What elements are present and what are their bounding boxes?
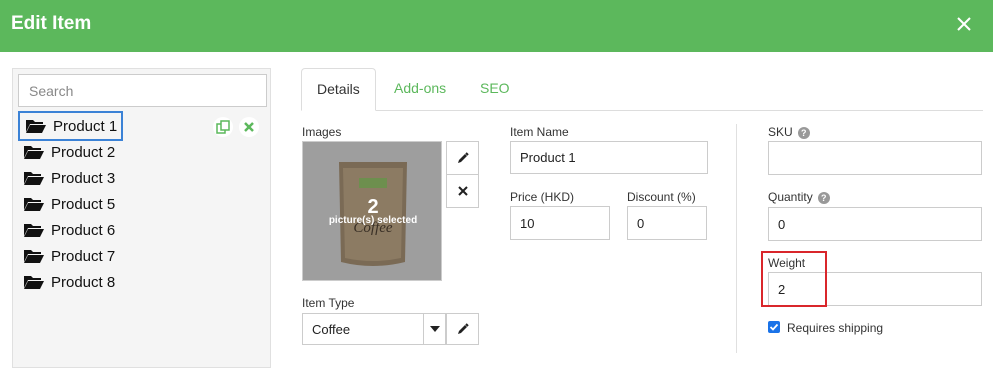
item-type-select[interactable]: Coffee: [302, 313, 446, 345]
tab-seo[interactable]: SEO: [465, 68, 525, 110]
tree-item-label: Product 8: [51, 273, 116, 291]
close-icon: [457, 186, 468, 196]
sku-label-text: SKU: [768, 125, 793, 139]
tree-item-product-1[interactable]: Product 1: [18, 111, 123, 141]
folder-open-icon: [24, 224, 44, 237]
quantity-label: Quantity?: [768, 190, 830, 204]
tree-item-product-7[interactable]: Product 7: [18, 244, 218, 268]
modal-title: Edit Item: [11, 13, 92, 34]
folder-open-icon: [26, 120, 46, 133]
folder-open-icon: [24, 250, 44, 263]
discount-label: Discount (%): [627, 190, 696, 204]
item-name-input[interactable]: [510, 141, 708, 174]
remove-image-button[interactable]: [446, 174, 479, 208]
tree-item-actions: [213, 117, 259, 137]
tree-item-product-2[interactable]: Product 2: [18, 140, 218, 164]
folder-open-icon: [24, 146, 44, 159]
tree-item-product-6[interactable]: Product 6: [18, 218, 218, 242]
tree-item-label: Product 3: [51, 169, 116, 187]
item-type-value: Coffee: [312, 322, 351, 337]
tree-item-label: Product 6: [51, 221, 116, 239]
product-tree-panel: Product 1 Product 2 Product 3 Product 5 …: [12, 68, 271, 368]
help-icon[interactable]: ?: [797, 126, 810, 139]
duplicate-button[interactable]: [213, 117, 233, 137]
folder-open-icon: [24, 198, 44, 211]
price-label: Price (HKD): [510, 190, 575, 204]
pencil-icon: [457, 152, 469, 163]
tree-item-product-8[interactable]: Product 8: [18, 270, 218, 294]
tab-bar: Details Add-ons SEO: [301, 68, 983, 111]
tab-add-ons[interactable]: Add-ons: [379, 68, 461, 110]
delete-item-button[interactable]: [239, 117, 259, 137]
edit-item-type-button[interactable]: [446, 313, 479, 345]
tree-item-label: Product 2: [51, 143, 116, 161]
tree-item-product-5[interactable]: Product 5: [18, 192, 218, 216]
tab-details[interactable]: Details: [301, 68, 376, 111]
product-image[interactable]: Coffee 2 picture(s) selected: [302, 141, 442, 281]
tree-item-label: Product 5: [51, 195, 116, 213]
requires-shipping-checkbox[interactable]: [768, 321, 780, 333]
requires-shipping-label: Requires shipping: [787, 321, 884, 335]
weight-highlight-box: [761, 251, 827, 307]
sku-input[interactable]: [768, 141, 982, 175]
close-icon[interactable]: [955, 15, 973, 33]
tree-item-label: Product 1: [53, 117, 118, 135]
modal-header: Edit Item: [0, 0, 993, 52]
folder-open-icon: [24, 276, 44, 289]
copy-icon: [216, 120, 230, 134]
search-input[interactable]: [18, 74, 267, 107]
caret-down-icon: [430, 326, 440, 332]
item-name-label: Item Name: [510, 125, 569, 139]
discount-input[interactable]: [627, 206, 707, 240]
quantity-label-text: Quantity: [768, 190, 813, 204]
column-divider: [736, 124, 737, 353]
quantity-input[interactable]: [768, 207, 982, 241]
price-input[interactable]: [510, 206, 610, 240]
sku-label: SKU?: [768, 125, 810, 139]
pencil-icon: [457, 323, 469, 334]
edit-image-button[interactable]: [446, 141, 479, 175]
help-icon[interactable]: ?: [817, 191, 830, 204]
tree-item-label: Product 7: [51, 247, 116, 265]
check-icon: [769, 323, 779, 331]
folder-open-icon: [24, 172, 44, 185]
item-type-label: Item Type: [302, 296, 355, 310]
tree-item-product-3[interactable]: Product 3: [18, 166, 218, 190]
close-icon: [244, 122, 254, 132]
picture-count-text: picture(s) selected: [328, 215, 418, 226]
images-label: Images: [302, 125, 342, 139]
